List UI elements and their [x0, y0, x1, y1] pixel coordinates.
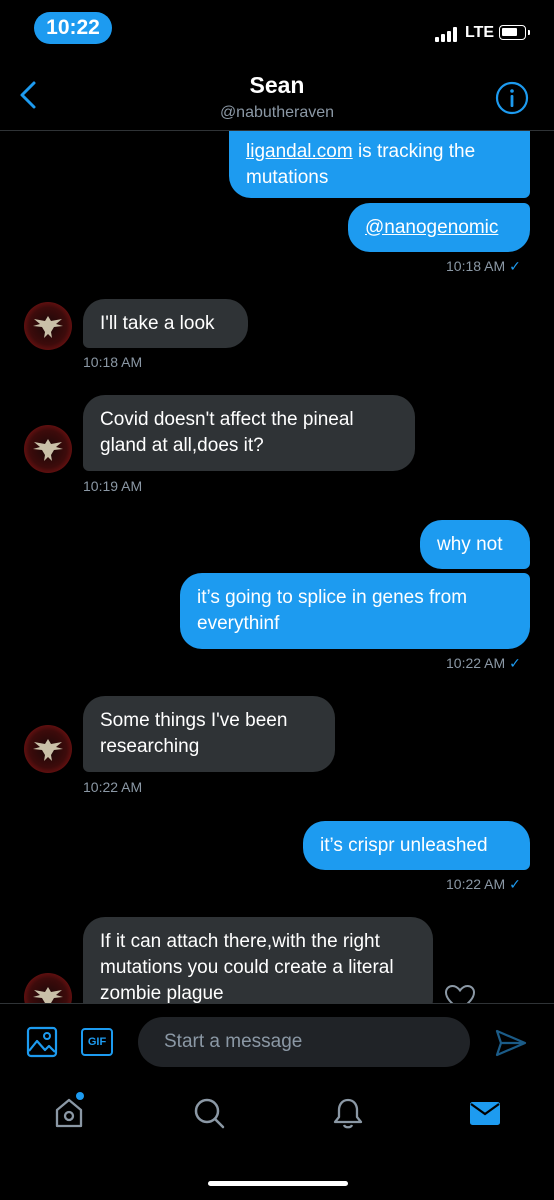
message-link[interactable]: @nanogenomic — [365, 217, 498, 238]
network-label: LTE — [465, 24, 495, 41]
message-bubble-received[interactable]: Some things I've been researching — [83, 696, 335, 772]
contact-handle: @nabutheraven — [219, 104, 335, 121]
gif-button[interactable]: GIF — [81, 1028, 113, 1056]
info-icon[interactable] — [495, 81, 529, 115]
battery-icon — [499, 25, 530, 40]
message-text: it’s going to splice in genes from every… — [197, 587, 468, 634]
bell-icon — [333, 1098, 363, 1129]
message-text: why not — [437, 533, 503, 555]
message-timestamp: 10:19 AM — [83, 478, 143, 494]
image-icon[interactable] — [26, 1026, 58, 1058]
home-icon — [55, 1098, 83, 1128]
tab-messages[interactable] — [467, 1095, 503, 1131]
contact-name[interactable]: Sean — [0, 72, 554, 99]
tab-home[interactable] — [51, 1092, 87, 1131]
message-bubble-sent[interactable]: why not — [420, 520, 530, 569]
status-time: 10:22 — [34, 12, 112, 44]
message-bubble-sent[interactable]: ligandal.com is tracking the mutations — [229, 131, 530, 198]
message-composer: GIF — [0, 1003, 554, 1078]
avatar[interactable] — [24, 302, 72, 350]
search-icon — [194, 1098, 225, 1129]
conversation-header: Sean @nabutheraven — [0, 56, 554, 131]
raven-emblem-icon — [33, 316, 63, 338]
message-timestamp: 10:18 AM — [83, 354, 143, 370]
message-bubble-received[interactable]: If it can attach there,with the right mu… — [83, 917, 433, 1003]
home-indicator — [208, 1181, 348, 1186]
message-text: Some things I've been researching — [100, 710, 288, 757]
message-text: it’s crispr unleashed — [320, 834, 488, 856]
message-text: I'll take a look — [100, 312, 215, 334]
message-timestamp: 10:22 AM — [83, 779, 143, 795]
message-thread[interactable]: ligandal.com is tracking the mutations @… — [0, 131, 554, 1003]
message-text: Covid doesn't affect the pineal gland at… — [100, 409, 354, 456]
heart-icon[interactable] — [443, 983, 477, 1003]
status-bar: 10:22 LTE — [0, 0, 554, 56]
raven-emblem-icon — [33, 987, 63, 1003]
message-bubble-sent[interactable]: it’s crispr unleashed — [303, 821, 530, 870]
message-bubble-sent[interactable]: @nanogenomic — [348, 203, 530, 252]
avatar[interactable] — [24, 725, 72, 773]
message-input[interactable] — [138, 1017, 470, 1067]
raven-emblem-icon — [33, 439, 63, 461]
message-bubble-sent[interactable]: it’s going to splice in genes from every… — [180, 573, 530, 649]
avatar[interactable] — [24, 973, 72, 1003]
message-timestamp: 10:22 AM ✓ — [446, 655, 521, 671]
message-bubble-received[interactable]: I'll take a look — [83, 299, 248, 348]
message-bubble-received[interactable]: Covid doesn't affect the pineal gland at… — [83, 395, 415, 471]
sent-check-icon: ✓ — [509, 655, 521, 671]
message-link[interactable]: ligandal.com — [246, 141, 353, 162]
send-icon[interactable] — [494, 1028, 528, 1058]
tab-notifications[interactable] — [330, 1095, 366, 1131]
message-text: If it can attach there,with the right mu… — [100, 931, 394, 1003]
sent-check-icon: ✓ — [509, 258, 521, 274]
message-timestamp: 10:22 AM ✓ — [446, 876, 521, 892]
sent-check-icon: ✓ — [509, 876, 521, 892]
tab-search[interactable] — [191, 1095, 227, 1131]
signal-icon — [435, 26, 463, 42]
mail-icon — [470, 1102, 500, 1125]
raven-emblem-icon — [33, 739, 63, 761]
message-timestamp: 10:18 AM ✓ — [446, 258, 521, 274]
notification-dot — [76, 1092, 84, 1100]
avatar[interactable] — [24, 425, 72, 473]
